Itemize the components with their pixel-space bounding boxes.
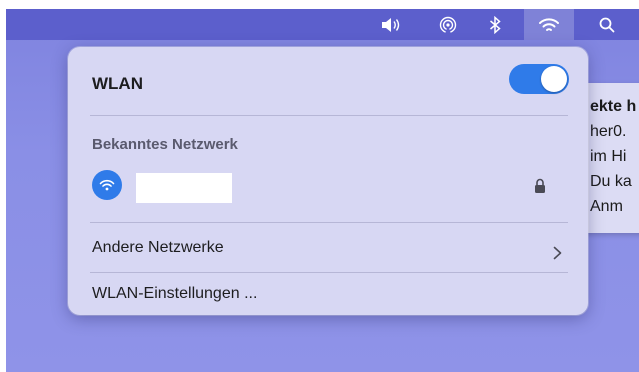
network-name	[136, 173, 232, 203]
network-wifi-icon	[92, 170, 122, 200]
chevron-right-icon	[553, 241, 562, 260]
wifi-icon[interactable]	[524, 9, 574, 40]
background-window-line: im Hi	[590, 148, 627, 165]
menu-bar	[6, 9, 639, 40]
other-networks-label: Andere Netzwerke	[92, 239, 224, 256]
background-window-line: her0.	[590, 123, 627, 140]
divider	[90, 272, 568, 273]
wlan-settings-item[interactable]: WLAN-Einstellungen ...	[92, 279, 568, 309]
other-networks-item[interactable]: Andere Netzwerke	[92, 233, 568, 263]
search-icon[interactable]	[590, 9, 624, 40]
panel-title: WLAN	[92, 74, 143, 93]
known-network-row[interactable]	[88, 165, 568, 205]
airdrop-icon[interactable]	[431, 9, 465, 40]
volume-icon[interactable]	[374, 9, 408, 40]
background-window-line: Anm	[590, 198, 623, 215]
divider	[90, 115, 568, 116]
bluetooth-icon[interactable]	[478, 9, 512, 40]
wlan-toggle[interactable]	[509, 64, 569, 94]
wlan-panel: WLAN Bekanntes Netzwerk Andere Netzwerke…	[68, 47, 588, 315]
divider	[90, 222, 568, 223]
known-network-label: Bekanntes Netzwerk	[92, 136, 238, 153]
wlan-settings-label: WLAN-Einstellungen ...	[92, 285, 258, 302]
background-window: ekte h her0. im Hi Du ka Anm	[579, 83, 639, 233]
background-window-line: ekte h	[590, 98, 637, 115]
background-window-line: Du ka	[590, 173, 632, 190]
toggle-knob	[541, 66, 567, 92]
lock-icon	[534, 178, 546, 194]
desktop: ekte h her0. im Hi Du ka Anm WLAN Bekann…	[6, 9, 639, 372]
